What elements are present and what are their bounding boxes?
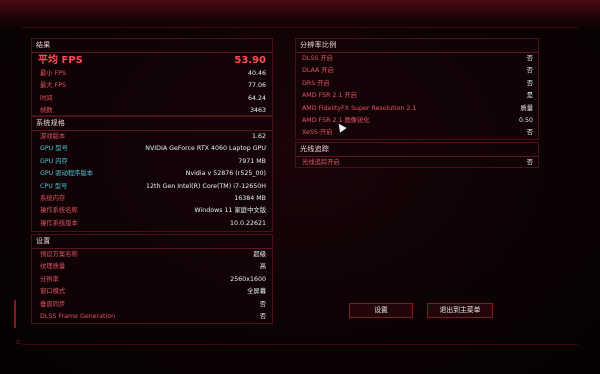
settings-panel: 设置 预设方案名称 超级 纹理质量 高 分辨率 2560x1600 窗口模式 全…	[31, 234, 273, 324]
result-label: 时间	[40, 94, 53, 102]
system-row: 操作系统名称 Windows 11 家庭中文版	[32, 205, 272, 217]
settings-value: 高	[259, 263, 266, 271]
system-value: 12th Gen Intel(R) Core(TM) i7-12650H	[145, 182, 266, 190]
system-row: GPU 驱动程序版本 Nvidia v 52876 (r525_00)	[32, 168, 272, 180]
scaling-value: 否	[526, 79, 533, 87]
settings-label: DLSS Frame Generation	[40, 312, 116, 320]
system-label: GPU 驱动程序版本	[40, 170, 94, 178]
avg-fps-row: 平均 FPS 53.90	[32, 53, 272, 68]
ray-tracing-panel: 光线追踪 光线追踪开启 否	[295, 142, 539, 168]
scaling-label: AMD FidelityFX Super Resolution 2.1	[302, 104, 417, 112]
system-value: 1.62	[251, 133, 266, 140]
system-row: 操作系统版本 10.0.22621	[32, 218, 272, 230]
avg-fps-label: 平均 FPS	[38, 55, 83, 66]
result-label: 最大 FPS	[40, 82, 67, 90]
frame-top-line	[22, 27, 578, 28]
settings-value: 否	[259, 300, 266, 308]
system-row: 系统内存 16384 MB	[32, 193, 272, 205]
scaling-row: AMD FidelityFX Super Resolution 2.1 质量	[296, 103, 538, 115]
scaling-row: DLAA 开启 否	[296, 65, 538, 77]
scaling-value: 是	[526, 92, 533, 100]
settings-value: 全屏幕	[247, 288, 266, 296]
exit-main-menu-button[interactable]: 退出到主菜单	[427, 303, 493, 318]
settings-label: 预设方案名称	[40, 251, 78, 258]
system-label: 游戏版本	[40, 133, 66, 140]
left-accent-mark	[14, 300, 16, 328]
result-row: 时间 64.24	[32, 93, 272, 105]
settings-label: 窗口模式	[40, 288, 66, 296]
system-row: CPU 型号 12th Gen Intel(R) Core(TM) i7-126…	[32, 181, 272, 193]
settings-button[interactable]: 设置	[349, 303, 413, 318]
settings-value: 超级	[253, 251, 266, 258]
system-panel: 系统规格 游戏版本 1.62 GPU 型号 NVIDIA GeForce RTX…	[31, 116, 273, 232]
result-value: 77.06	[247, 82, 266, 90]
system-label: GPU 内存	[40, 157, 68, 165]
resolution-scaling-panel: 分辨率比例 DLSS 开启 否 DLAA 开启 否 DRS 开启 否 AMD F…	[295, 38, 539, 140]
resolution-scaling-title: 分辨率比例	[296, 39, 538, 53]
system-value: Nvidia v 52876 (r525_00)	[185, 170, 266, 178]
ray-tracing-title: 光线追踪	[296, 143, 538, 157]
settings-label: 垂直同步	[40, 300, 66, 308]
settings-row: 预设方案名称 超级	[32, 249, 272, 261]
settings-row: 垂直同步 否	[32, 299, 272, 311]
scaling-label: DLSS 开启	[302, 55, 333, 62]
ray-tracing-label: 光线追踪开启	[302, 159, 340, 166]
scaling-row: AMD FSR 2.1 图像锐化 0.50	[296, 115, 538, 127]
settings-row: 纹理质量 高	[32, 261, 272, 273]
settings-row: 窗口模式 全屏幕	[32, 286, 272, 298]
system-value: NVIDIA GeForce RTX 4060 Laptop GPU	[145, 145, 266, 153]
result-value: 40.46	[247, 70, 266, 77]
settings-value: 否	[259, 312, 266, 320]
system-row: GPU 型号 NVIDIA GeForce RTX 4060 Laptop GP…	[32, 143, 272, 155]
settings-row: DLSS Frame Generation 否	[32, 311, 272, 323]
result-row: 最小 FPS 40.46	[32, 68, 272, 80]
system-value: 16384 MB	[234, 194, 266, 202]
system-value: Windows 11 家庭中文版	[194, 207, 266, 215]
result-label: 最小 FPS	[40, 70, 67, 77]
settings-label: 纹理质量	[40, 263, 66, 271]
settings-value: 2560x1600	[230, 275, 266, 283]
settings-label: 分辨率	[40, 275, 59, 283]
avg-fps-value: 53.90	[234, 55, 266, 66]
system-label: 操作系统名称	[40, 207, 78, 215]
result-row: 最大 FPS 77.06	[32, 80, 272, 92]
system-label: 操作系统版本	[40, 219, 78, 227]
system-row: GPU 内存 7971 MB	[32, 156, 272, 168]
system-label: CPU 型号	[40, 182, 68, 190]
settings-title: 设置	[32, 235, 272, 249]
scaling-row: AMD FSR 2.1 开启 是	[296, 90, 538, 102]
scaling-row: DRS 开启 否	[296, 78, 538, 90]
scaling-label: DLAA 开启	[302, 67, 334, 75]
system-title: 系统规格	[32, 117, 272, 131]
results-panel: 结果 平均 FPS 53.90 最小 FPS 40.46 最大 FPS 77.0…	[31, 38, 273, 116]
result-value: 64.24	[247, 94, 266, 102]
system-value: 7971 MB	[238, 157, 266, 165]
corner-decoration: ⊡	[16, 340, 21, 346]
system-label: GPU 型号	[40, 145, 68, 153]
scaling-row: XeSS 开启 否	[296, 127, 538, 139]
ray-tracing-value: 否	[526, 159, 533, 166]
settings-row: 分辨率 2560x1600	[32, 274, 272, 286]
frame-bottom-line	[22, 344, 578, 345]
scaling-value: 否	[526, 67, 533, 75]
ray-tracing-row: 光线追踪开启 否	[296, 157, 538, 169]
system-value: 10.0.22621	[229, 219, 266, 227]
scaling-label: AMD FSR 2.1 开启	[302, 92, 358, 100]
system-row: 游戏版本 1.62	[32, 131, 272, 143]
scaling-value: 0.50	[518, 116, 533, 124]
scaling-value: 否	[526, 55, 533, 62]
scaling-value: 否	[526, 129, 533, 137]
top-glow	[0, 0, 600, 30]
scaling-label: DRS 开启	[302, 79, 330, 87]
system-label: 系统内存	[40, 194, 66, 202]
scaling-row: DLSS 开启 否	[296, 53, 538, 65]
scaling-value: 质量	[520, 104, 533, 112]
scaling-label: XeSS 开启	[302, 129, 333, 137]
results-title: 结果	[32, 39, 272, 53]
